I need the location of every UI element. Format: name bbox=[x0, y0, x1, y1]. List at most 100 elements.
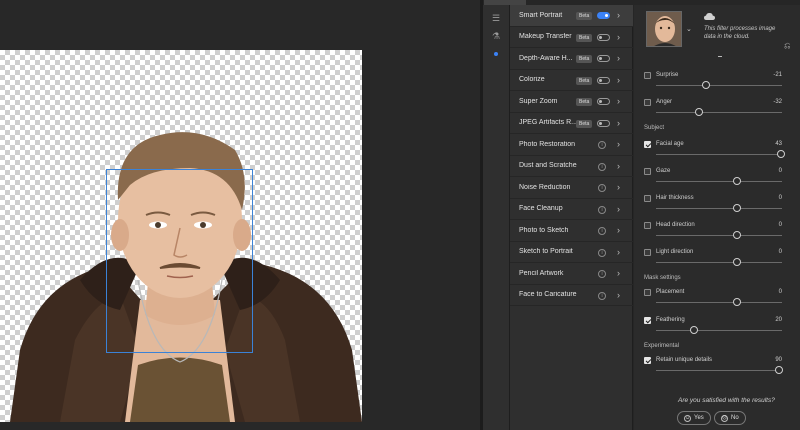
slider-thumb[interactable] bbox=[732, 258, 741, 266]
slider-track[interactable] bbox=[656, 208, 782, 209]
filter-item[interactable]: JPEG Artifacts R... Beta › bbox=[510, 113, 633, 134]
slider-track[interactable] bbox=[656, 85, 782, 86]
chevron-right-icon[interactable]: › bbox=[617, 96, 620, 106]
slider-track[interactable] bbox=[656, 154, 782, 155]
document-canvas[interactable] bbox=[0, 50, 362, 422]
filter-item[interactable]: Super Zoom Beta › bbox=[510, 91, 633, 113]
cloud-download-icon[interactable]: i bbox=[598, 227, 606, 235]
slider-track[interactable] bbox=[656, 330, 782, 331]
filter-toggle[interactable] bbox=[597, 98, 610, 105]
slider-thumb[interactable] bbox=[732, 298, 741, 306]
filter-item[interactable]: Face to Caricature i › bbox=[510, 285, 633, 306]
chevron-right-icon[interactable]: › bbox=[617, 161, 620, 171]
reset-icon[interactable]: ⎌ bbox=[784, 41, 790, 51]
section-subject: Subject bbox=[644, 125, 665, 131]
filter-label: Colorize bbox=[519, 76, 545, 84]
filter-item[interactable]: Pencil Artwork i › bbox=[510, 263, 633, 285]
filter-item[interactable]: Face Cleanup i › bbox=[510, 199, 633, 220]
cloud-download-icon[interactable]: i bbox=[598, 205, 606, 214]
filter-toggle[interactable] bbox=[597, 55, 610, 62]
enable-checkbox[interactable] bbox=[644, 249, 651, 256]
slider-label: Surprise bbox=[656, 72, 679, 78]
enable-checkbox[interactable] bbox=[644, 222, 651, 229]
enable-checkbox[interactable] bbox=[644, 99, 651, 106]
enable-checkbox[interactable] bbox=[644, 195, 651, 202]
filter-list: Smart Portrait Beta › Makeup Transfer Beta › D… bbox=[510, 5, 633, 430]
canvas-area[interactable] bbox=[0, 0, 480, 430]
yes-button[interactable]: ☺ Yes bbox=[677, 411, 711, 425]
filter-toggle[interactable] bbox=[597, 76, 610, 84]
chevron-right-icon[interactable]: › bbox=[617, 290, 620, 300]
slider-track[interactable] bbox=[656, 302, 782, 303]
chevron-right-icon[interactable]: › bbox=[617, 139, 620, 149]
enable-checkbox[interactable] bbox=[644, 168, 651, 175]
beta-badge: Beta bbox=[576, 12, 593, 20]
filter-label: Face Cleanup bbox=[519, 205, 563, 213]
filter-toggle[interactable] bbox=[597, 12, 610, 19]
yes-label: Yes bbox=[694, 415, 704, 421]
slider-thumb[interactable] bbox=[732, 231, 741, 239]
cloud-download-icon[interactable]: i bbox=[598, 291, 606, 300]
filter-label: Super Zoom bbox=[519, 97, 558, 105]
cloud-download-icon[interactable]: i bbox=[598, 248, 606, 257]
filter-item[interactable]: Photo Restoration i › bbox=[510, 134, 633, 156]
beta-badge: Beta bbox=[576, 119, 593, 128]
cloud-download-icon[interactable]: i bbox=[598, 270, 606, 278]
chevron-right-icon[interactable]: › bbox=[617, 247, 620, 257]
filter-toggle[interactable] bbox=[597, 33, 610, 41]
filter-item[interactable]: Makeup Transfer Beta › bbox=[510, 27, 633, 48]
chevron-right-icon[interactable]: › bbox=[617, 53, 620, 63]
chevron-right-icon[interactable]: › bbox=[617, 204, 620, 214]
chevron-right-icon[interactable]: › bbox=[617, 182, 620, 192]
layers-icon[interactable]: ☰ bbox=[491, 13, 501, 23]
filter-item[interactable]: Noise Reduction i › bbox=[510, 177, 633, 199]
thumbnail-face-image bbox=[647, 12, 681, 46]
slider-track[interactable] bbox=[656, 370, 782, 371]
filter-label: Photo Restoration bbox=[519, 140, 576, 148]
chevron-right-icon[interactable]: › bbox=[617, 118, 620, 128]
slider-track[interactable] bbox=[656, 112, 782, 113]
filter-item[interactable]: Dust and Scratches i › bbox=[510, 156, 633, 177]
slider-label: Gaze bbox=[656, 168, 671, 174]
chevron-right-icon[interactable]: › bbox=[617, 225, 620, 235]
chevron-right-icon[interactable]: › bbox=[617, 268, 620, 278]
filter-toggle[interactable] bbox=[597, 119, 610, 127]
cloud-download-icon[interactable]: i bbox=[598, 162, 606, 171]
slider-value: 0 bbox=[778, 249, 782, 255]
chevron-down-icon[interactable]: ⌄ bbox=[686, 25, 692, 33]
slider-thumb[interactable] bbox=[732, 204, 741, 212]
slider-thumb[interactable] bbox=[689, 326, 698, 334]
enable-checkbox[interactable] bbox=[644, 357, 651, 364]
slider-row: Gaze 0 bbox=[644, 168, 794, 194]
no-button[interactable]: ☹ No bbox=[714, 411, 746, 425]
filter-item[interactable]: Colorize Beta › bbox=[510, 70, 633, 91]
slider-thumb[interactable] bbox=[775, 366, 784, 374]
section-experimental: Experimental bbox=[644, 343, 680, 349]
slider-track[interactable] bbox=[656, 262, 782, 263]
slider-value: 0 bbox=[778, 222, 782, 228]
filter-item[interactable]: Sketch to Portrait i › bbox=[510, 242, 633, 263]
enable-checkbox[interactable] bbox=[644, 317, 651, 324]
chevron-right-icon[interactable]: › bbox=[617, 32, 620, 42]
filter-item[interactable]: Depth-Aware H... Beta › bbox=[510, 48, 633, 70]
slider-thumb[interactable] bbox=[702, 81, 711, 89]
slider-track[interactable] bbox=[656, 235, 782, 236]
enable-checkbox[interactable] bbox=[644, 289, 651, 296]
beta-badge: Beta bbox=[576, 55, 593, 63]
slider-thumb[interactable] bbox=[694, 108, 703, 116]
filter-item[interactable]: Smart Portrait Beta › bbox=[510, 5, 633, 27]
beaker-icon[interactable]: ⚗ bbox=[491, 31, 501, 41]
slider-thumb[interactable] bbox=[732, 177, 741, 185]
enable-checkbox[interactable] bbox=[644, 141, 651, 148]
reference-thumbnail[interactable] bbox=[646, 11, 682, 47]
slider-track[interactable] bbox=[656, 181, 782, 182]
chevron-right-icon[interactable]: › bbox=[617, 75, 620, 85]
cloud-download-icon[interactable]: i bbox=[598, 184, 606, 192]
slider-thumb[interactable] bbox=[777, 150, 786, 158]
cloud-download-icon[interactable]: i bbox=[598, 141, 606, 149]
enable-checkbox[interactable] bbox=[644, 72, 651, 79]
chevron-right-icon[interactable]: › bbox=[617, 10, 620, 20]
slider-value: 20 bbox=[775, 317, 782, 323]
filter-item[interactable]: Photo to Sketch i › bbox=[510, 220, 633, 242]
filter-label: Photo to Sketch bbox=[519, 226, 569, 234]
